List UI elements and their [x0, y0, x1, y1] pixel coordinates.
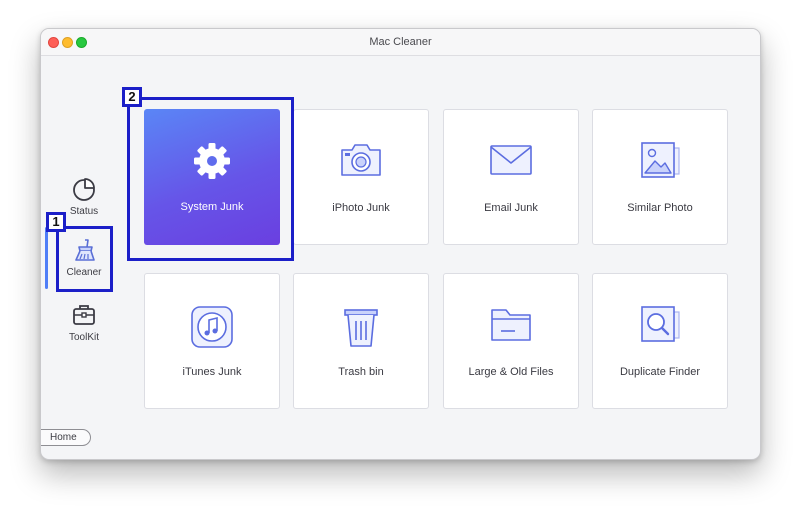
annotation-box-cleaner	[56, 226, 113, 292]
tile-label: Similar Photo	[627, 202, 693, 214]
annotation-badge-2: 2	[122, 87, 142, 107]
window-title: Mac Cleaner	[369, 36, 432, 48]
duplicate-search-icon	[641, 306, 680, 342]
tile-label: Trash bin	[338, 366, 384, 378]
title-bar: Mac Cleaner	[41, 29, 760, 56]
sidebar-item-toolkit[interactable]: ToolKit	[49, 301, 119, 343]
tile-duplicate-finder[interactable]: Duplicate Finder	[592, 273, 728, 409]
sidebar-item-status[interactable]: Status	[49, 175, 119, 217]
tile-trash-bin[interactable]: Trash bin	[293, 273, 429, 409]
tile-label: iPhoto Junk	[332, 202, 390, 214]
active-nav-indicator	[45, 227, 48, 289]
camera-icon	[341, 144, 381, 176]
sidebar-item-label: ToolKit	[68, 332, 99, 343]
tile-similar-photo[interactable]: Similar Photo	[592, 109, 728, 245]
tile-email-junk[interactable]: Email Junk	[443, 109, 579, 245]
tile-itunes-junk[interactable]: iTunes Junk	[144, 273, 280, 409]
envelope-icon	[490, 145, 532, 175]
photo-icon	[641, 142, 680, 178]
tile-label: Large & Old Files	[468, 366, 554, 378]
trash-icon	[344, 309, 378, 347]
tile-iphoto-junk[interactable]: iPhoto Junk	[293, 109, 429, 245]
tile-label: Email Junk	[484, 202, 538, 214]
pie-chart-icon	[73, 178, 95, 201]
music-icon	[191, 306, 233, 348]
folder-icon	[491, 309, 531, 341]
tile-label: iTunes Junk	[182, 366, 242, 378]
home-button[interactable]: Home	[41, 429, 91, 446]
annotation-badge-1: 1	[46, 212, 66, 232]
tile-label: Duplicate Finder	[619, 366, 701, 378]
annotation-box-system-junk	[127, 97, 294, 261]
tile-large-old-files[interactable]: Large & Old Files	[443, 273, 579, 409]
toolbox-icon	[73, 305, 95, 325]
